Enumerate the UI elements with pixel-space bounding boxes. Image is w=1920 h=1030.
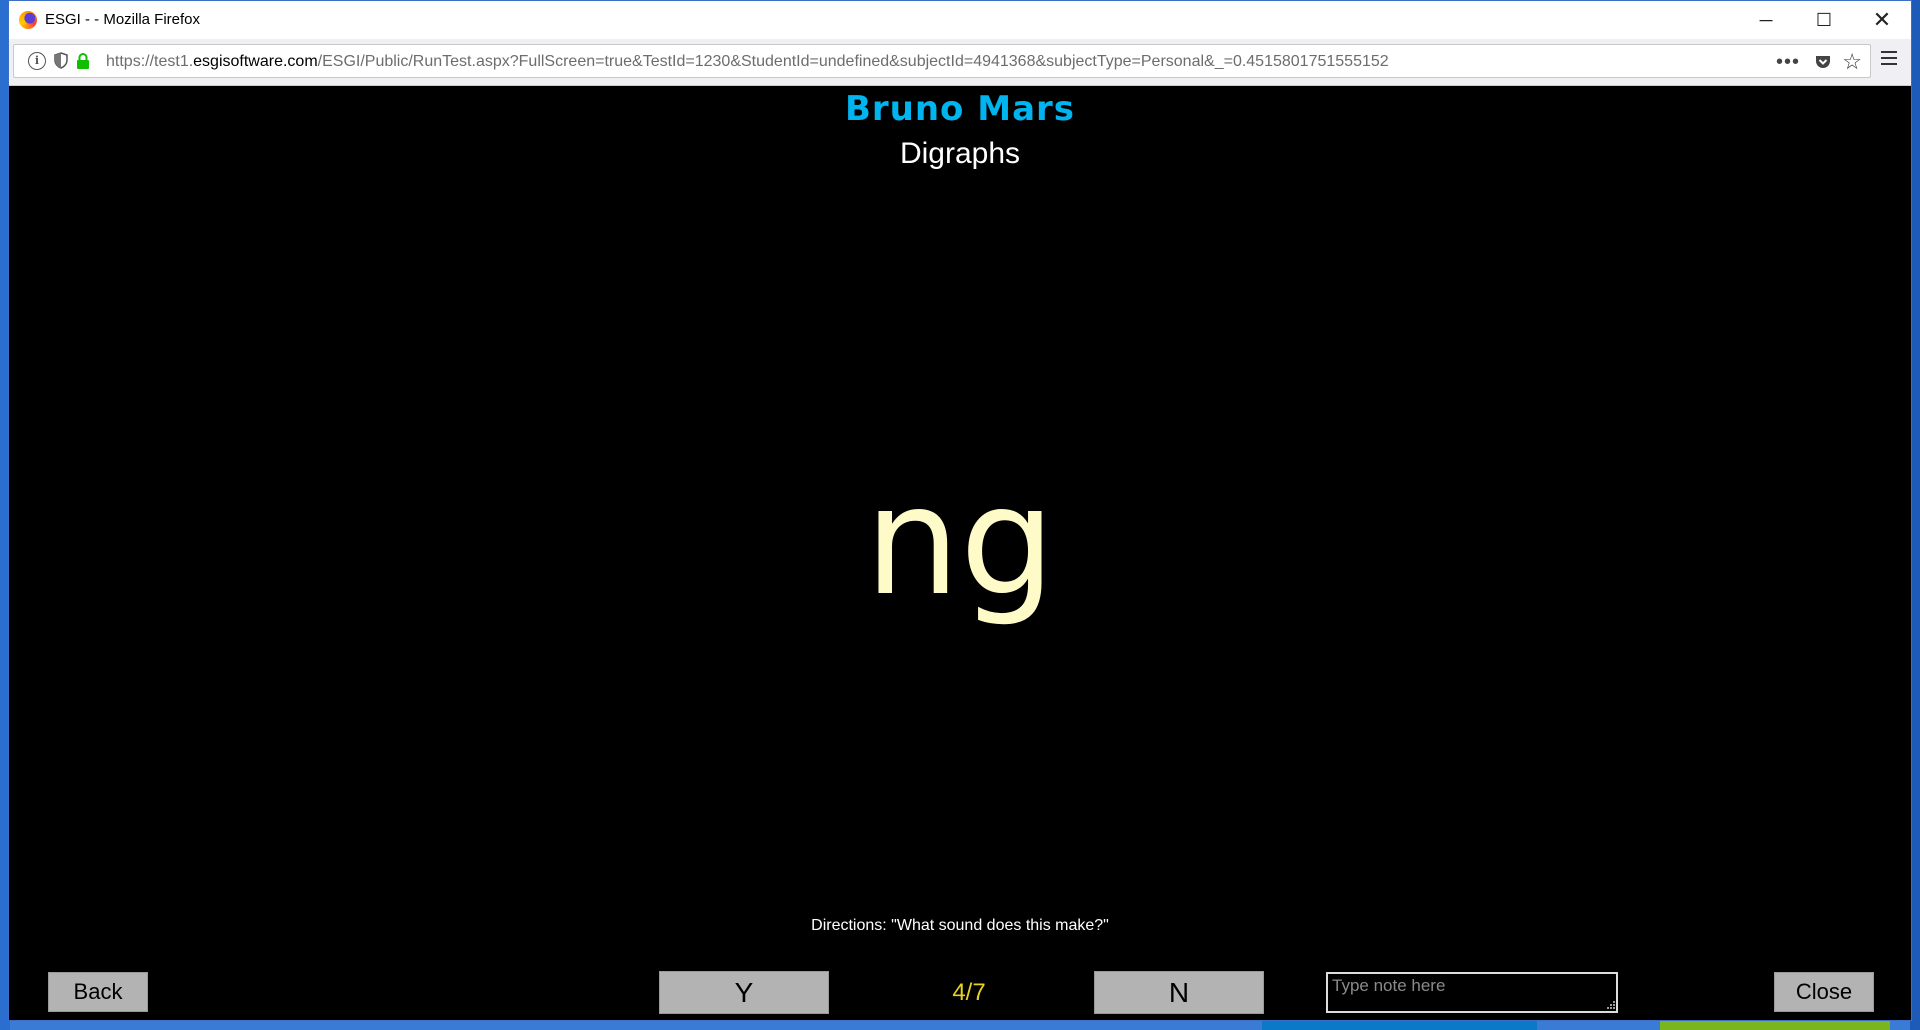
address-bar[interactable]: i https://test1.esgisoftware.com/ESGI/Pu… [13,44,1871,78]
title-bar: ESGI - - Mozilla Firefox ─ ☐ ✕ [9,1,1911,40]
bookmark-star-icon[interactable]: ☆ [1842,49,1862,75]
firefox-logo-icon [19,11,37,29]
navigation-bar: i https://test1.esgisoftware.com/ESGI/Pu… [9,39,1911,86]
url-prefix: https://test1. [106,53,194,70]
lock-icon[interactable] [76,53,90,69]
no-button[interactable]: N [1094,971,1264,1014]
maximize-button[interactable]: ☐ [1795,1,1853,39]
minimize-button[interactable]: ─ [1737,1,1795,39]
back-button[interactable]: Back [48,972,148,1012]
yes-button[interactable]: Y [659,971,829,1014]
url-host: esgisoftware.com [193,53,318,70]
page-actions: ••• ☆ [1752,49,1862,75]
page-actions-menu-icon[interactable]: ••• [1776,51,1800,74]
browser-window: ESGI - - Mozilla Firefox ─ ☐ ✕ i https:/… [8,0,1912,1021]
tracking-shield-icon[interactable] [54,52,68,69]
close-test-button[interactable]: Close [1774,972,1874,1012]
window-close-button[interactable]: ✕ [1853,1,1911,39]
question-counter: 4/7 [952,979,986,1006]
info-icon[interactable]: i [28,52,46,70]
url-path: /ESGI/Public/RunTest.aspx?FullScreen=tru… [317,53,1389,70]
directions-text: Directions: "What sound does this make?" [811,917,1109,934]
pocket-icon[interactable] [1814,53,1832,71]
url-text[interactable]: https://test1.esgisoftware.com/ESGI/Publ… [106,53,1389,71]
window-title: ESGI - - Mozilla Firefox [45,11,201,28]
student-name: Bruno Mars [844,89,1076,129]
note-input[interactable] [1326,972,1618,1013]
resize-grip-icon[interactable] [1606,1000,1616,1010]
question-text: ng [864,455,1056,629]
subject-name: Digraphs [899,137,1021,170]
hamburger-menu-icon[interactable] [1881,51,1897,67]
